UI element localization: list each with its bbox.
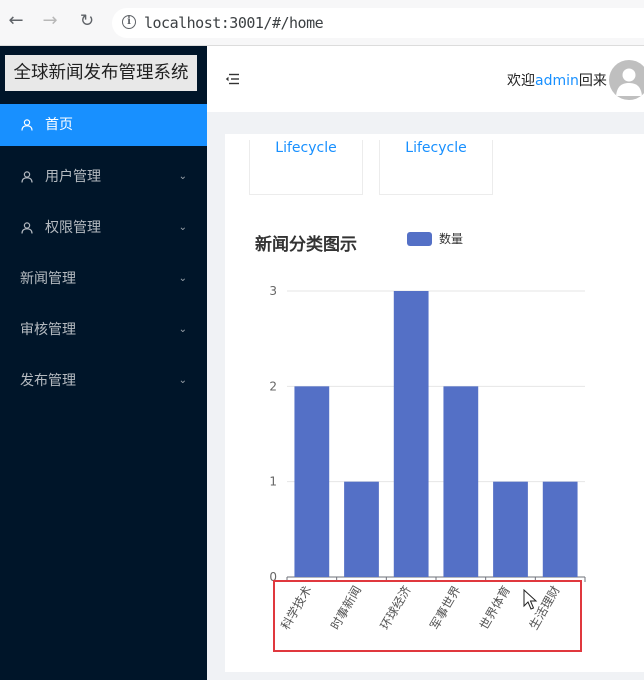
username: admin: [535, 73, 579, 89]
welcome-text: 欢迎admin回来: [507, 70, 607, 90]
back-arrow-icon[interactable]: ←: [5, 10, 27, 32]
user-icon: [21, 171, 33, 183]
mouse-cursor-icon: [523, 589, 538, 610]
chevron-down-icon: ⌄: [178, 222, 187, 233]
sidebar-item-audit-management[interactable]: 审核管理 ⌄: [0, 309, 207, 351]
sidebar-item-publish-management[interactable]: 发布管理 ⌄: [0, 360, 207, 402]
bar: [493, 481, 528, 577]
user-icon: [21, 222, 33, 234]
chevron-down-icon: ⌄: [178, 273, 187, 284]
forward-arrow-icon[interactable]: →: [39, 10, 61, 32]
chevron-down-icon: ⌄: [178, 171, 187, 182]
bar: [542, 481, 578, 577]
welcome-suffix: 回来: [578, 73, 607, 89]
welcome-prefix: 欢迎: [507, 73, 535, 89]
bar: [393, 291, 429, 577]
sidebar: 全球新闻发布管理系统 首页 用户管理 ⌄ 权限管理 ⌄ 新闻管理 ⌄ 审核管理 …: [0, 46, 207, 680]
sidebar-item-news-management[interactable]: 新闻管理 ⌄: [0, 258, 207, 300]
sidebar-item-label: 发布管理: [20, 373, 76, 389]
chevron-down-icon: ⌄: [178, 375, 187, 386]
bar: [294, 386, 330, 577]
reload-icon[interactable]: ↻: [76, 10, 98, 32]
bar: [344, 481, 379, 577]
chevron-down-icon: ⌄: [178, 324, 187, 335]
sidebar-item-label: 新闻管理: [20, 271, 76, 287]
y-tick-label: 3: [269, 284, 277, 298]
sidebar-item-permission-management[interactable]: 权限管理 ⌄: [0, 207, 207, 249]
browser-toolbar: ← → ↻ i localhost:3001/#/home: [0, 0, 644, 46]
sidebar-item-label: 首页: [45, 117, 73, 133]
sidebar-item-label: 用户管理: [45, 169, 101, 185]
y-tick-label: 2: [269, 379, 277, 393]
y-tick-label: 1: [269, 475, 277, 489]
bar: [443, 386, 479, 577]
sidebar-item-label: 权限管理: [45, 220, 101, 236]
user-avatar-icon: [616, 68, 642, 96]
content-bottom-edge: [207, 672, 644, 680]
sidebar-item-user-management[interactable]: 用户管理 ⌄: [0, 156, 207, 198]
address-bar[interactable]: i localhost:3001/#/home: [112, 8, 644, 38]
info-icon[interactable]: i: [122, 15, 136, 29]
avatar[interactable]: [609, 60, 644, 100]
user-icon: [21, 119, 33, 131]
menu-fold-icon[interactable]: [225, 73, 239, 85]
sidebar-item-home[interactable]: 首页: [0, 104, 207, 146]
main-content: Lifecycle Lifecycle 新闻分类图示 数量 0 1 2 3 科学技术 时事…: [225, 134, 644, 680]
sidebar-item-label: 审核管理: [20, 322, 76, 338]
url-text[interactable]: localhost:3001/#/home: [144, 14, 324, 32]
app-title: 全球新闻发布管理系统: [5, 55, 197, 91]
top-header: 欢迎admin回来: [207, 46, 644, 112]
